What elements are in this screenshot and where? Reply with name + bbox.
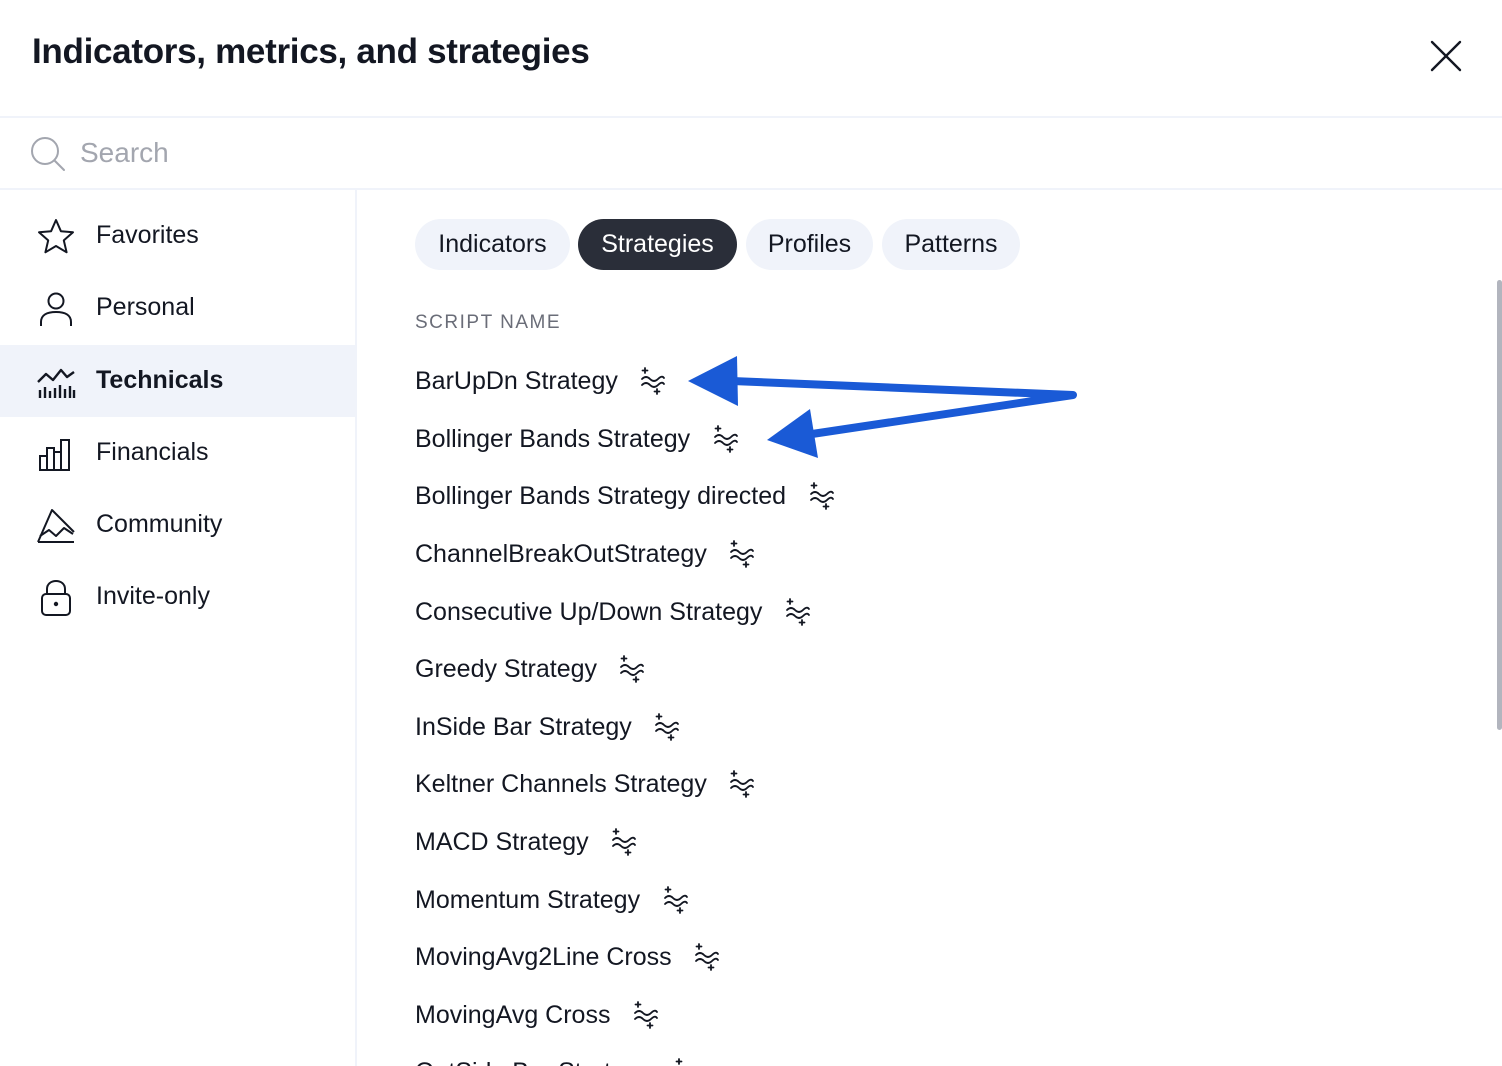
list-item[interactable]: Momentum Strategy <box>415 880 689 920</box>
sidebar-item-community[interactable]: Community <box>0 489 355 561</box>
script-name: Momentum Strategy <box>415 886 641 914</box>
close-icon <box>1430 40 1462 72</box>
list-item[interactable]: ChannelBreakOutStrategy <box>415 534 755 574</box>
list-item[interactable]: Bollinger Bands Strategy <box>415 419 739 459</box>
list-item[interactable]: Consecutive Up/Down Strategy <box>415 592 811 632</box>
script-name: Keltner Channels Strategy <box>415 770 707 798</box>
list-item[interactable]: Bollinger Bands Strategy directed <box>415 476 835 516</box>
script-name: ChannelBreakOutStrategy <box>415 540 707 568</box>
user-icon <box>40 292 72 326</box>
list-item[interactable]: Keltner Channels Strategy <box>415 764 755 804</box>
script-name: OutSide Bar Strategy <box>415 1052 651 1066</box>
search-icon <box>31 137 65 171</box>
strategy-icon <box>612 828 637 856</box>
strategy-icon <box>730 540 755 568</box>
list-item[interactable]: MovingAvg Cross <box>415 995 659 1035</box>
column-header-script-name: SCRIPT NAME <box>415 312 562 333</box>
strategy-icon <box>809 482 834 510</box>
list-item[interactable]: BarUpDn Strategy <box>415 361 666 401</box>
script-name: InSide Bar Strategy <box>415 713 632 741</box>
strategy-icon <box>695 943 719 971</box>
sidebar-item-financials[interactable]: Financials <box>0 417 355 489</box>
script-name: Greedy Strategy <box>415 655 598 683</box>
list-item[interactable]: MACD Strategy <box>415 822 637 862</box>
sidebar-item-technicals[interactable]: Technicals <box>0 345 355 417</box>
indicators-dialog: Indicators, metrics, and strategies Favo… <box>0 0 1502 1066</box>
tab-patterns[interactable]: Patterns <box>882 219 1020 270</box>
sidebar-item-label: Invite-only <box>96 582 210 610</box>
sidebar-item-invite-only[interactable]: Invite-only <box>0 561 355 633</box>
star-icon <box>38 219 74 254</box>
list-item[interactable]: MovingAvg2Line Cross <box>415 937 720 977</box>
arrow-head-barupdn <box>688 356 738 406</box>
strategy-icon <box>713 425 738 453</box>
sidebar-item-label: Personal <box>96 293 195 321</box>
list-item[interactable]: Greedy Strategy <box>415 649 645 689</box>
tab-indicators[interactable]: Indicators <box>415 219 570 270</box>
strategy-icon <box>785 598 810 626</box>
sidebar: Favorites Personal Technicals Financials… <box>0 190 357 1066</box>
dialog-header: Indicators, metrics, and strategies <box>0 0 1502 118</box>
script-name: MACD Strategy <box>415 828 589 856</box>
dialog-title: Indicators, metrics, and strategies <box>32 32 590 71</box>
sidebar-item-label: Financials <box>96 438 209 466</box>
script-name: BarUpDn Strategy <box>415 367 618 395</box>
strategy-icon <box>655 713 680 741</box>
strategy-icon <box>675 1058 683 1065</box>
arrow-shaft <box>728 377 1077 438</box>
strategy-icon <box>730 770 755 798</box>
sidebar-item-label: Technicals <box>96 366 224 394</box>
sidebar-item-label: Favorites <box>96 221 199 249</box>
sidebar-item-label: Community <box>96 510 223 538</box>
strategy-icon <box>663 886 688 914</box>
script-name: Consecutive Up/Down Strategy <box>415 598 763 626</box>
script-name: MovingAvg Cross <box>415 1001 611 1029</box>
sidebar-item-favorites[interactable]: Favorites <box>0 200 355 272</box>
community-icon <box>37 509 75 543</box>
script-name: Bollinger Bands Strategy directed <box>415 482 787 510</box>
strategy-icon <box>620 655 645 683</box>
bar-chart-icon <box>39 439 70 471</box>
chart-icon <box>37 368 76 398</box>
arrow-head-bollinger <box>767 409 818 458</box>
script-name: Bollinger Bands Strategy <box>415 425 691 453</box>
list-item[interactable]: InSide Bar Strategy <box>415 707 680 747</box>
tab-strategies[interactable]: Strategies <box>578 219 737 270</box>
sidebar-item-personal[interactable]: Personal <box>0 272 355 344</box>
strategy-icon <box>641 367 666 395</box>
script-name: MovingAvg2Line Cross <box>415 943 672 971</box>
tab-profiles[interactable]: Profiles <box>746 219 873 270</box>
scrollbar-thumb[interactable] <box>1497 280 1502 730</box>
strategy-icon <box>634 1001 658 1029</box>
list-item[interactable]: OutSide Bar Strategy <box>415 1052 700 1066</box>
close-button[interactable] <box>1426 36 1466 76</box>
lock-icon <box>41 579 71 616</box>
search-input[interactable] <box>80 126 1460 180</box>
